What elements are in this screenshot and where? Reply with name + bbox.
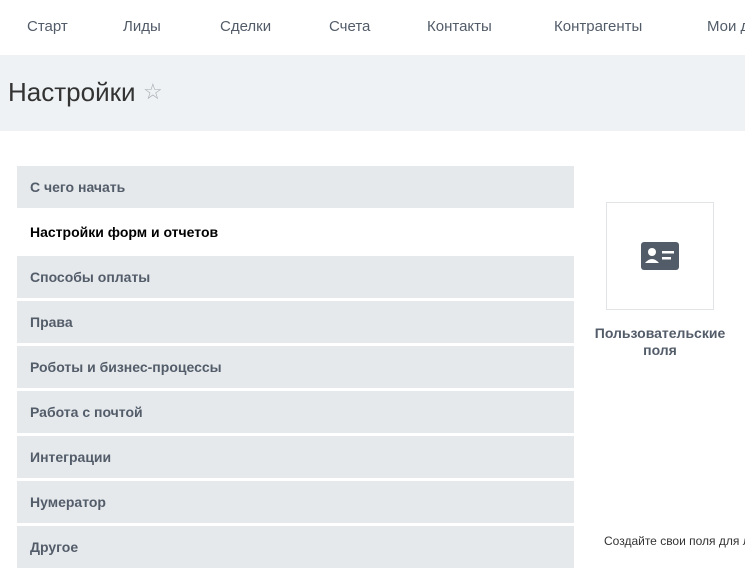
nav-item-contacts[interactable]: Контакты	[427, 18, 492, 35]
settings-content: С чего начать Настройки форм и отчетов С…	[0, 131, 745, 579]
nav-item-leads[interactable]: Лиды	[123, 18, 161, 35]
title-bar: Настройки ☆	[0, 55, 745, 131]
user-fields-label[interactable]: Пользовательские поля	[590, 325, 730, 359]
nav-item-invoices[interactable]: Счета	[329, 18, 370, 35]
nav-item-deals[interactable]: Сделки	[220, 18, 271, 35]
top-navigation: Старт Лиды Сделки Счета Контакты Контраг…	[0, 0, 745, 55]
nav-item-start[interactable]: Старт	[27, 18, 68, 35]
menu-item-permissions[interactable]: Права	[17, 301, 574, 343]
menu-item-numerator[interactable]: Нумератор	[17, 481, 574, 523]
settings-menu: С чего начать Настройки форм и отчетов С…	[17, 166, 574, 571]
tile-description: Создайте свои поля для л	[604, 534, 745, 548]
menu-item-integrations[interactable]: Интеграции	[17, 436, 574, 478]
contact-card-icon	[641, 242, 679, 270]
user-fields-tile[interactable]	[606, 202, 714, 310]
menu-item-form-settings[interactable]: Настройки форм и отчетов	[17, 211, 574, 253]
nav-item-my[interactable]: Мои д	[707, 18, 745, 35]
menu-item-mail[interactable]: Работа с почтой	[17, 391, 574, 433]
star-icon[interactable]: ☆	[143, 79, 163, 105]
menu-item-payment-methods[interactable]: Способы оплаты	[17, 256, 574, 298]
menu-item-other[interactable]: Другое	[17, 526, 574, 568]
nav-item-companies[interactable]: Контрагенты	[554, 18, 642, 35]
page-title: Настройки	[8, 77, 136, 107]
menu-item-getting-started[interactable]: С чего начать	[17, 166, 574, 208]
menu-item-robots-bp[interactable]: Роботы и бизнес-процессы	[17, 346, 574, 388]
